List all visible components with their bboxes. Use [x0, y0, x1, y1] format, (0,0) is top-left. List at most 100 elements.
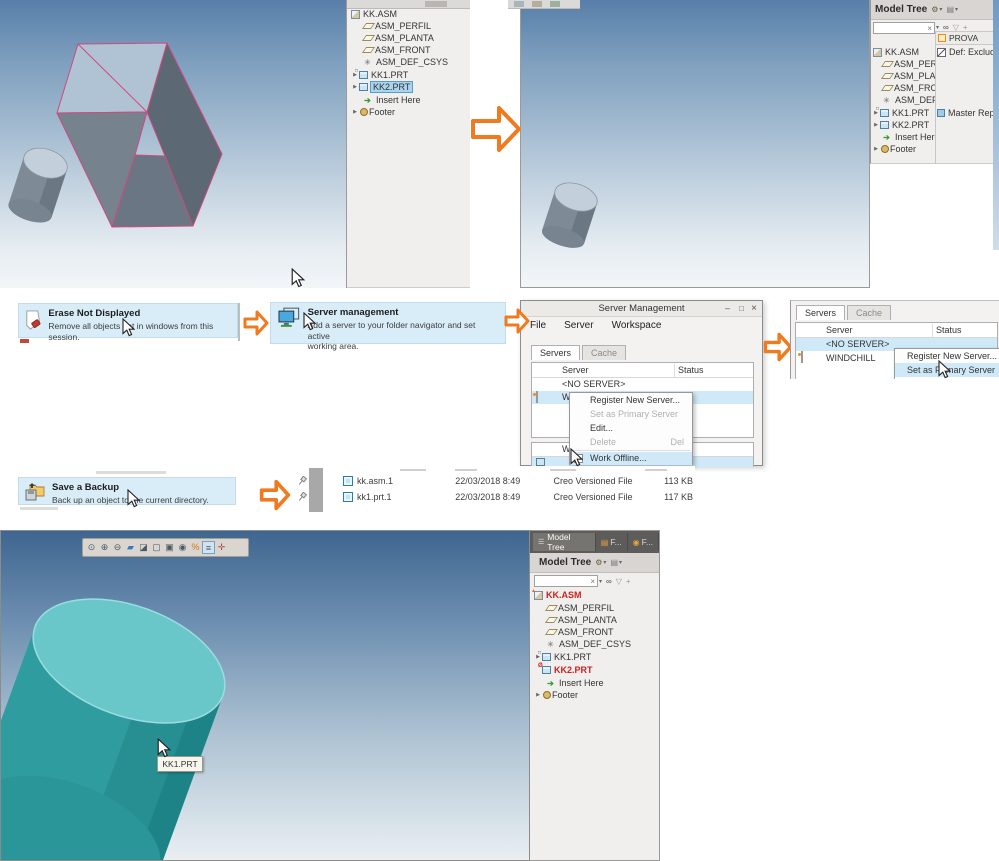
- panel-title: Model Tree: [539, 557, 591, 568]
- tree-item-insert-here[interactable]: ➔ Insert Here: [545, 677, 659, 689]
- tree-item-modified[interactable]: Ø KK2.PRT: [542, 664, 659, 676]
- dropdown-icon[interactable]: ▾: [955, 6, 958, 13]
- menu-item-set-as-primary[interactable]: Set as Primary Server: [570, 407, 692, 421]
- maximize-button[interactable]: □: [739, 301, 744, 316]
- ui-fragment: [20, 339, 29, 343]
- column-status[interactable]: Status: [936, 325, 962, 335]
- tab-folder-browser[interactable]: ▤ F...: [596, 533, 628, 551]
- tree-item-footer[interactable]: ▶ Footer: [351, 106, 470, 118]
- tree-value-column: Def: Exclude Co... Master Rep: [937, 46, 994, 164]
- dropdown-icon[interactable]: ▾: [619, 559, 622, 566]
- tab-cache[interactable]: Cache: [847, 305, 891, 320]
- viewport-top-left[interactable]: [0, 0, 347, 288]
- tab-servers[interactable]: Servers: [796, 305, 845, 320]
- close-button[interactable]: ×: [751, 301, 757, 316]
- tree-item[interactable]: ▶ □ KK1.PRT: [351, 69, 470, 81]
- expand-arrow-icon[interactable]: ▶: [534, 692, 542, 698]
- menu-item-register-new-server[interactable]: Register New Server...: [570, 393, 692, 407]
- clear-search-icon[interactable]: ×: [927, 23, 932, 34]
- tree-search-input[interactable]: ×: [873, 22, 935, 34]
- tree-item[interactable]: ASM_FRONT: [881, 82, 935, 94]
- dialog-titlebar[interactable]: Server Management – □ ×: [521, 301, 762, 317]
- tree-item[interactable]: ▶ □ KK1.PRT: [872, 107, 935, 119]
- perspective-icon[interactable]: %: [189, 541, 202, 554]
- tree-item-footer[interactable]: ▶ Footer: [534, 689, 659, 701]
- pin-icon[interactable]: [297, 476, 307, 486]
- tree-columns-icon[interactable]: ▤: [946, 5, 954, 14]
- add-column-icon[interactable]: +: [626, 577, 631, 586]
- expand-arrow-icon[interactable]: ▶: [872, 146, 880, 152]
- tree-item-footer[interactable]: ▶ Footer: [872, 143, 935, 155]
- tree-value-cell[interactable]: Def: Exclude Co...: [937, 46, 994, 58]
- tree-item-root[interactable]: KK.ASM: [873, 46, 935, 58]
- scrollbar-fragment[interactable]: [309, 468, 323, 512]
- saved-views-icon[interactable]: ▢: [150, 541, 163, 554]
- view-manager-icon[interactable]: ▣: [163, 541, 176, 554]
- tree-item[interactable]: ✳ ASM_DEF_CSYS: [545, 638, 659, 650]
- shade-icon[interactable]: ◪: [137, 541, 150, 554]
- repaint-icon[interactable]: ▰: [124, 541, 137, 554]
- zoom-in-icon[interactable]: ⊕: [98, 541, 111, 554]
- snapshot-icon[interactable]: ◉: [176, 541, 189, 554]
- tree-search-input[interactable]: ×: [534, 575, 598, 587]
- dropdown-icon[interactable]: ▾: [936, 24, 939, 31]
- model-tree-toggle-icon[interactable]: ≡: [202, 541, 215, 554]
- tooltip-description: Remove all objects not in windows from t…: [48, 321, 229, 342]
- menu-workspace[interactable]: Workspace: [603, 320, 671, 331]
- tree-item[interactable]: ✳ ASM_DEF_CSYS: [881, 94, 935, 106]
- tree-item[interactable]: ASM_FRONT: [362, 44, 470, 56]
- dropdown-icon[interactable]: ▾: [603, 559, 606, 566]
- tree-item[interactable]: ASM_PLANTA: [881, 70, 935, 82]
- spin-center-icon[interactable]: ✛: [215, 541, 228, 554]
- tree-item-insert-here[interactable]: ➔ Insert Here: [881, 131, 935, 143]
- assembly-icon: [351, 10, 360, 19]
- menu-item-work-offline[interactable]: Work Offline...: [570, 452, 692, 465]
- zoom-fit-icon[interactable]: ⊙: [85, 541, 98, 554]
- minimize-button[interactable]: –: [725, 301, 730, 316]
- column-status[interactable]: Status: [678, 365, 704, 375]
- viewport-bottom[interactable]: [0, 530, 530, 861]
- column-server[interactable]: Server: [826, 325, 853, 335]
- find-binoculars-icon[interactable]: ∞: [606, 577, 612, 586]
- tab-favorites[interactable]: ◉ F...: [628, 533, 659, 551]
- column-server[interactable]: Server: [562, 365, 589, 375]
- tree-item[interactable]: ASM_FRONT: [545, 626, 659, 638]
- expand-arrow-icon[interactable]: ▶: [351, 84, 359, 90]
- tree-item-insert-here[interactable]: ➔ Insert Here: [362, 94, 470, 106]
- tree-item[interactable]: ▶ KK2.PRT: [872, 119, 935, 131]
- tree-item[interactable]: ASM_PLANTA: [362, 32, 470, 44]
- mouse-cursor: [127, 489, 140, 508]
- dropdown-icon[interactable]: ▾: [939, 6, 942, 13]
- filter-icon[interactable]: ▽: [616, 577, 622, 586]
- tree-tools-icon[interactable]: ⚙: [931, 5, 938, 14]
- dropdown-icon[interactable]: ▾: [599, 578, 602, 585]
- zoom-out-icon[interactable]: ⊖: [111, 541, 124, 554]
- tree-item[interactable]: ASM_PLANTA: [545, 614, 659, 626]
- file-row[interactable]: kk1.prt.1 22/03/2018 8:49 Creo Versioned…: [343, 490, 693, 504]
- tree-item-selected[interactable]: ▶ KK2.PRT: [351, 81, 470, 93]
- menu-item-edit[interactable]: Edit...: [570, 421, 692, 435]
- viewport-top-middle[interactable]: [520, 0, 870, 288]
- tree-item[interactable]: ▶ □ KK1.PRT: [534, 651, 659, 663]
- tree-item[interactable]: ASM_PERFIL: [362, 20, 470, 32]
- tab-model-tree[interactable]: ☰ Model Tree: [533, 533, 596, 551]
- clear-search-icon[interactable]: ×: [590, 576, 595, 587]
- tree-item-root[interactable]: KK.ASM: [351, 8, 470, 20]
- expand-arrow-icon[interactable]: ▶: [872, 122, 880, 128]
- table-row[interactable]: <NO SERVER>: [532, 378, 753, 391]
- tab-cache[interactable]: Cache: [582, 345, 626, 360]
- tab-servers[interactable]: Servers: [531, 345, 580, 360]
- menu-item-delete[interactable]: Delete Del: [570, 435, 692, 449]
- menu-server[interactable]: Server: [555, 320, 602, 331]
- tree-item-root-modified[interactable]: ▲ KK.ASM: [534, 589, 659, 601]
- file-row[interactable]: kk.asm.1 22/03/2018 8:49 Creo Versioned …: [343, 474, 693, 488]
- tree-value-cell[interactable]: Master Rep: [937, 107, 994, 119]
- tree-columns-icon[interactable]: ▤: [610, 558, 618, 567]
- column-header-prova[interactable]: PROVA: [935, 31, 994, 45]
- expand-arrow-icon[interactable]: ▶: [351, 109, 359, 115]
- tree-item[interactable]: ✳ ASM_DEF_CSYS: [362, 56, 470, 68]
- tree-tools-icon[interactable]: ⚙: [595, 558, 602, 567]
- tree-item[interactable]: ASM_PERFIL: [881, 58, 935, 70]
- tree-item[interactable]: ASM_PERFIL: [545, 602, 659, 614]
- pin-icon[interactable]: [297, 492, 307, 502]
